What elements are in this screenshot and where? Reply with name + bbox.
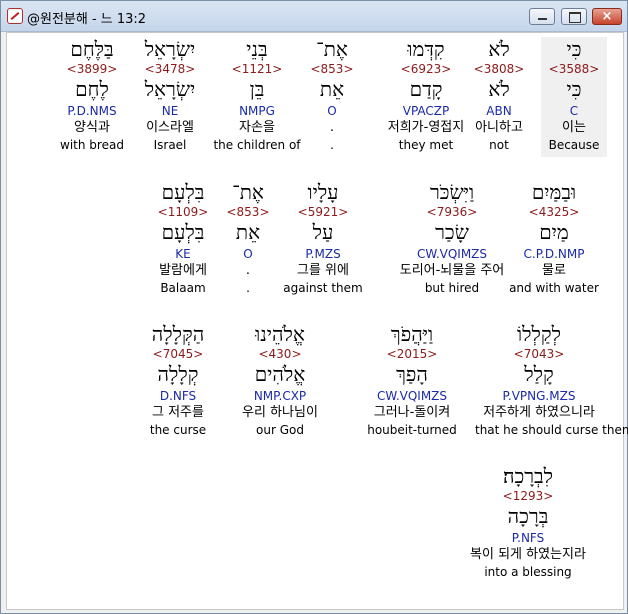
interlinear-panel: כִּי <3588> כִּי C 이는 Because לֹא <3808> לֹא ABN 아… xyxy=(6,32,628,610)
korean-gloss: 그 저주를 xyxy=(152,405,204,420)
korean-gloss: 양식과 xyxy=(74,120,110,135)
parsing-code: CW.VQIMZS xyxy=(416,247,488,261)
title-bar[interactable]: @원전분해 - 느 13:2 × xyxy=(1,1,627,32)
english-gloss: houbeit-turned xyxy=(367,423,457,437)
maximize-button[interactable] xyxy=(561,8,587,25)
app-logo-icon[interactable] xyxy=(7,8,23,24)
lexical-form: הָפַךְ xyxy=(396,362,428,386)
window-title: @원전분해 - 느 13:2 xyxy=(27,12,147,27)
maximize-icon xyxy=(569,12,581,23)
app-window: @원전분해 - 느 13:2 × כִּי <3588> כִּי C 이는 Becaus… xyxy=(0,0,628,614)
parsing-code: CW.VQIMZS xyxy=(376,389,448,403)
hebrew-word: בִּלְעָם xyxy=(161,180,205,204)
english-gloss: that he should curse them xyxy=(475,423,628,437)
hebrew-word: לִבְרָכָה׃ xyxy=(502,464,554,488)
lexical-form: קָלַל xyxy=(524,362,554,386)
parsing-code: P.D.NMS xyxy=(67,104,117,118)
english-gloss: the curse xyxy=(149,423,207,437)
korean-gloss: 복이 되게 하였는지라 xyxy=(470,547,586,562)
strong-number[interactable]: <2015> xyxy=(348,347,476,361)
hebrew-word: וַיַּהֲפֹךְ xyxy=(390,322,434,346)
strong-number[interactable]: <7936> xyxy=(388,205,516,219)
korean-gloss: 도리어-뇌물을 주어 xyxy=(399,263,505,278)
word-cell[interactable]: לְקַלְלוֹ <7043> קָלַל P.VPNG.MZS 저주하게 하였으니라… xyxy=(475,322,628,438)
hebrew-word: לְקַלְלוֹ xyxy=(517,322,561,346)
strong-number[interactable]: <3899> xyxy=(28,62,156,76)
lexical-form: בְּרָכָה xyxy=(507,504,549,528)
english-gloss: into a blessing xyxy=(484,565,572,579)
strong-number[interactable]: <7043> xyxy=(475,347,603,361)
strong-number[interactable]: <1109> xyxy=(119,205,247,219)
hebrew-word: הַקְּלָלָה xyxy=(151,322,205,346)
korean-gloss: 저주하게 하였으니라 xyxy=(483,405,595,420)
strong-number[interactable]: <1293> xyxy=(464,489,592,503)
word-cell[interactable]: הַקְּלָלָה <7045> קְלָלָה D.NFS 그 저주를 the cur… xyxy=(114,322,242,438)
lexical-form: שָׂכַר xyxy=(435,220,469,244)
word-cell[interactable]: וַיִּשְׂכֹּר <7936> שָׂכַר CW.VQIMZS 도리어-뇌물을… xyxy=(388,180,516,296)
word-cell[interactable]: לִבְרָכָה׃ <1293> בְּרָכָה P.NFS 복이 되게 하였는지라… xyxy=(464,464,592,580)
parsing-code: P.NFS xyxy=(511,531,545,545)
parsing-code: P.VPNG.MZS xyxy=(502,389,576,403)
strong-number[interactable]: <7045> xyxy=(114,347,242,361)
hebrew-word: בַּלֶּחֶם xyxy=(70,37,114,61)
word-cell[interactable]: וַיַּהֲפֹךְ <2015> הָפַךְ CW.VQIMZS 그러나-돌이켜 h… xyxy=(348,322,476,438)
lexical-form: לֶחֶם xyxy=(75,77,109,101)
korean-gloss: 발람에게 xyxy=(159,263,207,278)
word-cell[interactable]: בַּלֶּחֶם <3899> לֶחֶם P.D.NMS 양식과 with bread xyxy=(28,37,156,153)
hebrew-word: וַיִּשְׂכֹּר xyxy=(429,180,475,204)
close-button[interactable]: × xyxy=(592,8,622,25)
korean-gloss: 그러나-돌이켜 xyxy=(373,405,451,420)
minimize-icon xyxy=(538,18,547,20)
close-icon: × xyxy=(601,9,613,24)
lexical-form: קְלָלָה xyxy=(157,362,199,386)
lexical-form: בִּלְעָם xyxy=(161,220,205,244)
english-gloss: Balaam xyxy=(160,281,206,295)
word-cell[interactable]: בִּלְעָם <1109> בִּלְעָם KE 발람에게 Balaam xyxy=(119,180,247,296)
parsing-code: KE xyxy=(175,247,191,261)
parsing-code: D.NFS xyxy=(159,389,197,403)
minimize-button[interactable] xyxy=(529,8,555,25)
english-gloss: with bread xyxy=(60,138,124,152)
english-gloss: but hired xyxy=(424,281,480,295)
